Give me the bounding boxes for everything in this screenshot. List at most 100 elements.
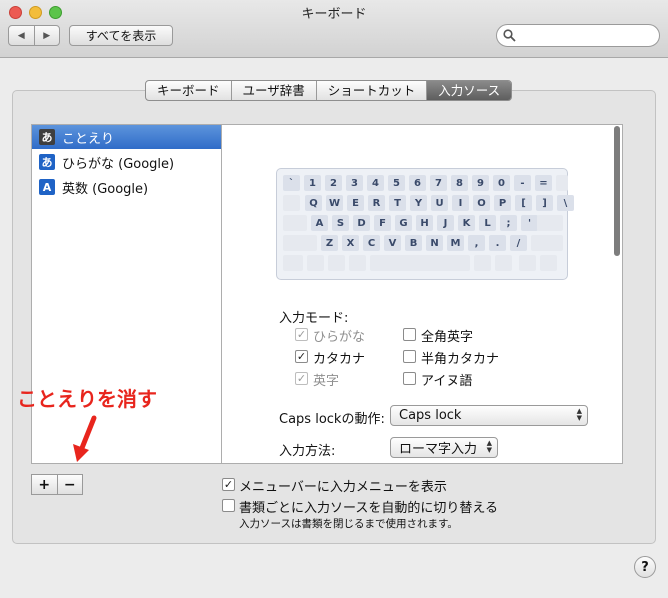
keyboard-key: , [468, 235, 485, 251]
keyboard-key: ] [536, 195, 553, 211]
keyboard-key: - [514, 175, 531, 191]
keyboard-key: ' [521, 215, 538, 231]
tab-bar: キーボード ユーザ辞書 ショートカット 入力ソース [145, 80, 513, 101]
input-method-popup[interactable]: ローマ字入力 ▲ ▼ [390, 437, 498, 458]
tab-input-sources[interactable]: 入力ソース [427, 81, 512, 100]
keyboard-key-blank [556, 175, 568, 191]
keyboard-key: . [489, 235, 506, 251]
back-button[interactable]: ◀ [9, 26, 35, 45]
help-button[interactable]: ? [634, 556, 656, 578]
keyboard-key: P [494, 195, 511, 211]
keyboard-key-blank [349, 255, 366, 271]
input-mode-label: 入力モード: [279, 311, 349, 326]
keyboard-key: K [458, 215, 475, 231]
keyboard-key: H [416, 215, 433, 231]
katakana-checkbox[interactable]: ✓ [295, 350, 308, 363]
keyboard-key-blank [531, 235, 563, 251]
keyboard-key: 7 [430, 175, 447, 191]
hiragana-label: ひらがな [313, 330, 366, 345]
keyboard-key: 8 [451, 175, 468, 191]
source-item-google-alphanumeric[interactable]: A 英数 (Google) [32, 175, 221, 199]
keyboard-key-blank [540, 255, 557, 271]
keyboard-key: 1 [304, 175, 321, 191]
keyboard-key: S [332, 215, 349, 231]
caps-lock-label: Caps lockの動作: [279, 412, 385, 427]
popup-arrows-icon: ▲ ▼ [576, 407, 582, 422]
katakana-label: カタカナ [313, 352, 366, 367]
keyboard-key-blank [495, 255, 512, 271]
search-field[interactable] [496, 24, 660, 47]
keyboard-key: D [353, 215, 370, 231]
keyboard-key-blank [307, 255, 324, 271]
keyboard-key: B [405, 235, 422, 251]
auto-switch-note: 入力ソースは書類を閉じるまで使用されます。 [239, 518, 458, 530]
keyboard-key: = [535, 175, 552, 191]
keyboard-key: 9 [472, 175, 489, 191]
keyboard-key-blank [519, 255, 536, 271]
hankaku-katakana-label: 半角カタカナ [421, 352, 500, 367]
zenkaku-eiji-checkbox[interactable] [403, 328, 416, 341]
keyboard-key: X [342, 235, 359, 251]
keyboard-key: Z [321, 235, 338, 251]
keyboard-key-blank [283, 195, 300, 211]
ainu-label: アイヌ語 [421, 374, 473, 389]
keyboard-key: J [437, 215, 454, 231]
back-forward-control: ◀ ▶ [8, 25, 60, 46]
annotation-arrow-icon [73, 415, 97, 462]
google-alphanumeric-icon: A [39, 179, 55, 195]
keyboard-key: Q [305, 195, 322, 211]
kotoeri-icon: あ [39, 129, 55, 145]
keyboard-key: ; [500, 215, 517, 231]
show-input-menu-label: メニューバーに入力メニューを表示 [239, 480, 447, 495]
keyboard-layout-preview: ` 1 2 3 4 5 6 7 8 9 0- = Q W E R T Y U I O P[] \ A S D F G H J K L; ' Z X C… [276, 168, 574, 280]
keyboard-key: U [431, 195, 448, 211]
keyboard-key: M [447, 235, 464, 251]
keyboard-key: O [473, 195, 490, 211]
show-all-button[interactable]: すべてを表示 [69, 25, 173, 46]
keyboard-key-blank [537, 215, 563, 231]
keyboard-key: 6 [409, 175, 426, 191]
keyboard-key: L [479, 215, 496, 231]
add-remove-control: + − [31, 474, 83, 495]
auto-switch-checkbox[interactable] [222, 499, 235, 512]
google-hiragana-icon: あ [39, 154, 55, 170]
source-label: ことえり [62, 131, 115, 147]
keyboard-key: A [311, 215, 328, 231]
remove-source-button[interactable]: − [58, 475, 83, 494]
keyboard-key: V [384, 235, 401, 251]
keyboard-key: E [347, 195, 364, 211]
keyboard-key-blank [283, 235, 317, 251]
ainu-checkbox[interactable] [403, 372, 416, 385]
input-method-value: ローマ字入力 [399, 442, 478, 457]
keyboard-key: I [452, 195, 469, 211]
tab-user-dictionary[interactable]: ユーザ辞書 [232, 81, 317, 100]
scrollbar-thumb[interactable] [614, 126, 620, 256]
zenkaku-eiji-label: 全角英字 [421, 330, 474, 345]
keyboard-key: ` [283, 175, 300, 191]
keyboard-key: 5 [388, 175, 405, 191]
show-input-menu-checkbox[interactable]: ✓ [222, 478, 235, 491]
forward-button[interactable]: ▶ [35, 26, 60, 45]
input-method-label: 入力方法: [279, 444, 336, 459]
keyboard-key: N [426, 235, 443, 251]
caps-lock-popup[interactable]: Caps lock ▲ ▼ [390, 405, 588, 426]
tab-keyboard[interactable]: キーボード [146, 81, 232, 100]
tab-shortcuts[interactable]: ショートカット [317, 81, 428, 100]
keyboard-key: / [510, 235, 527, 251]
keyboard-key: 0 [493, 175, 510, 191]
keyboard-key: \ [557, 195, 574, 211]
auto-switch-label: 書類ごとに入力ソースを自動的に切り替える [239, 501, 498, 516]
keyboard-key: W [326, 195, 343, 211]
source-item-kotoeri[interactable]: あ ことえり [32, 125, 221, 149]
source-label: 英数 (Google) [62, 181, 149, 197]
popup-arrows-icon: ▲ ▼ [486, 439, 492, 454]
source-label: ひらがな (Google) [62, 156, 175, 172]
window-title: キーボード [301, 7, 367, 22]
caps-lock-value: Caps lock [399, 408, 462, 423]
keyboard-key-blank [328, 255, 345, 271]
add-source-button[interactable]: + [32, 475, 58, 494]
source-item-google-hiragana[interactable]: あ ひらがな (Google) [32, 150, 221, 174]
keyboard-key: 3 [346, 175, 363, 191]
hankaku-katakana-checkbox[interactable] [403, 350, 416, 363]
keyboard-key: T [389, 195, 406, 211]
